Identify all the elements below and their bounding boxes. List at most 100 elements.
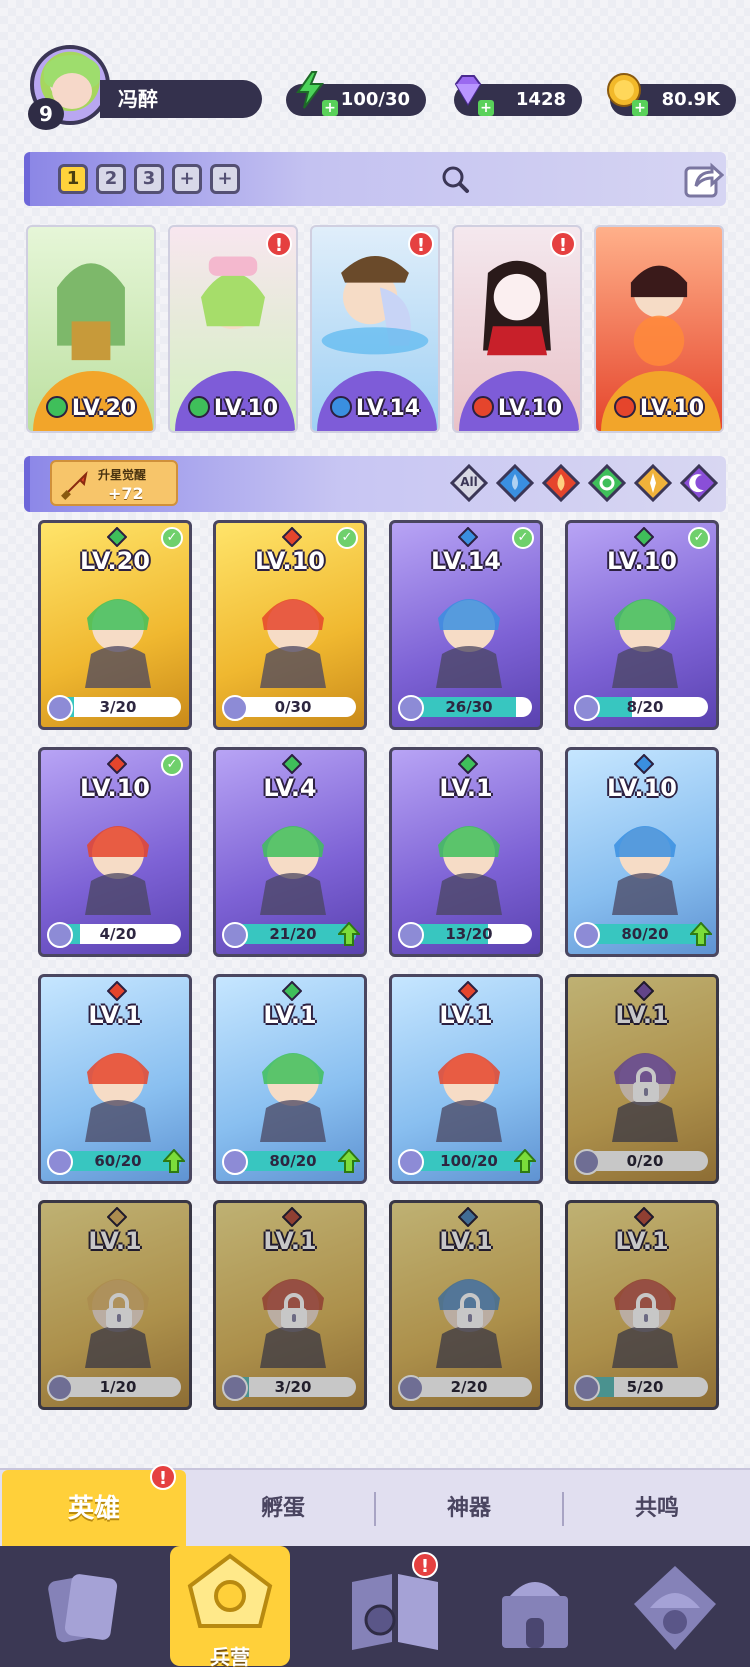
light-filter-icon[interactable] (634, 464, 672, 502)
team-tab-add-1[interactable]: + (172, 164, 202, 194)
hero-portrait (260, 826, 326, 915)
hero-card[interactable]: LV.1 1/20 (38, 1200, 192, 1410)
hero-card[interactable]: LV.1 5/20 (565, 1200, 719, 1410)
level-text: LV.10 (497, 396, 563, 421)
hero-card[interactable]: LV.1 100/20 (389, 974, 543, 1184)
shard-progress-bar: 4/20 (55, 924, 181, 944)
wind-element-icon (45, 396, 68, 418)
search-icon[interactable] (440, 164, 470, 194)
energy-add-button[interactable]: + (322, 100, 338, 116)
hero-card[interactable]: ✓ LV.14 26/30 (389, 520, 543, 730)
team-tab-add-2[interactable]: + (210, 164, 240, 194)
gem-add-button[interactable]: + (478, 100, 494, 116)
team-tab-1[interactable]: 1 (58, 164, 88, 194)
dark-filter-icon[interactable] (680, 464, 718, 502)
coin-add-button[interactable]: + (632, 100, 648, 116)
filter-bar: 升星觉醒 +72 All (24, 456, 726, 512)
lock-icon (633, 1067, 659, 1102)
tab-resonance[interactable]: 共鸣 (564, 1470, 750, 1548)
level-text: LV.14 (355, 396, 421, 421)
wind-element-icon (282, 754, 302, 774)
hero-card[interactable]: LV.4 21/20 (213, 747, 367, 957)
fire-element-icon (458, 981, 478, 1001)
share-icon[interactable] (682, 158, 724, 200)
shard-progress-bar: 1/20 (55, 1377, 181, 1397)
fire-element-icon (634, 1207, 654, 1227)
team-tab-3[interactable]: 3 (134, 164, 164, 194)
shard-icon (47, 1149, 73, 1175)
shard-progress-text: 3/20 (274, 1378, 312, 1396)
top-bar: 9 冯醉 100/30 + 1428 + 80.9K + (0, 40, 750, 130)
cards-icon[interactable] (28, 1560, 138, 1656)
hero-level: LV.10 (80, 774, 150, 802)
equipped-check-icon: ✓ (161, 527, 183, 549)
alert-badge: ! (408, 231, 434, 257)
filter-all-label: All (460, 475, 478, 489)
hero-card[interactable]: LV.1 13/20 (389, 747, 543, 957)
upgrade-arrow-icon (338, 1149, 360, 1173)
shard-icon (47, 1375, 73, 1401)
hero-level: LV.4 (263, 774, 317, 802)
equipped-check-icon: ✓ (688, 527, 710, 549)
wind-element-icon (282, 981, 302, 1001)
shard-progress-bar: 13/20 (406, 924, 532, 944)
team-tab-2[interactable]: 2 (96, 164, 126, 194)
castle-icon[interactable] (480, 1560, 590, 1656)
hero-level: LV.20 (80, 547, 150, 575)
hero-card[interactable]: LV.1 80/20 (213, 974, 367, 1184)
shard-progress-bar: 2/20 (406, 1377, 532, 1397)
team-slot-level: LV.10 (596, 396, 722, 421)
hero-card[interactable]: LV.1 0/20 (565, 974, 719, 1184)
upgrade-arrow-icon (338, 922, 360, 946)
hero-card[interactable]: LV.1 3/20 (213, 1200, 367, 1410)
wind-element-icon (107, 527, 127, 547)
alert-badge: ! (550, 231, 576, 257)
nav-barracks[interactable]: 兵营 (170, 1526, 290, 1667)
player-level-badge: 9 (28, 98, 64, 130)
wind-filter-icon[interactable] (588, 464, 626, 502)
hero-portrait (57, 263, 125, 361)
hero-card[interactable]: LV.1 2/20 (389, 1200, 543, 1410)
hero-level: LV.10 (607, 774, 677, 802)
shard-icon (574, 1149, 600, 1175)
team-selector-bar: 1 2 3 + + (24, 152, 726, 206)
team-slot-3[interactable]: LV.14 ! (310, 225, 440, 433)
fire-element-icon (107, 981, 127, 1001)
hero-level: LV.1 (88, 1001, 142, 1029)
hero-card[interactable]: ✓ LV.20 3/20 (38, 520, 192, 730)
hero-portrait (260, 1053, 326, 1142)
hero-card[interactable]: ✓ LV.10 4/20 (38, 747, 192, 957)
hero-level: LV.1 (263, 1001, 317, 1029)
shard-icon (574, 1375, 600, 1401)
lock-icon (633, 1293, 659, 1328)
hero-card[interactable]: LV.1 60/20 (38, 974, 192, 1184)
shard-progress-text: 8/20 (626, 698, 664, 716)
shard-progress-text: 3/20 (99, 698, 137, 716)
wind-element-icon (634, 527, 654, 547)
water-filter-icon[interactable] (496, 464, 534, 502)
team-slot-1[interactable]: LV.20 (26, 225, 156, 433)
water-element-icon (458, 1207, 478, 1227)
shard-icon (222, 695, 248, 721)
fire-element-icon (282, 527, 302, 547)
mushroom-guild-icon[interactable] (620, 1560, 730, 1656)
level-text: LV.10 (213, 396, 279, 421)
shard-progress-bar: 3/20 (55, 697, 181, 717)
hero-card[interactable]: ✓ LV.10 8/20 (565, 520, 719, 730)
filter-all-button[interactable]: All (449, 463, 489, 503)
tab-artifacts[interactable]: 神器 (376, 1470, 562, 1548)
star-awaken-button[interactable]: 升星觉醒 +72 (50, 460, 178, 506)
fire-filter-icon[interactable] (542, 464, 580, 502)
shard-icon (222, 1149, 248, 1175)
team-slot-5[interactable]: LV.10 (594, 225, 724, 433)
hero-level: LV.1 (263, 1227, 317, 1255)
team-slot-2[interactable]: LV.10 ! (168, 225, 298, 433)
hero-card[interactable]: LV.10 80/20 (565, 747, 719, 957)
tab-heroes-alert: ! (150, 1464, 176, 1490)
team-slot-4[interactable]: LV.10 ! (452, 225, 582, 433)
dark-element-icon (634, 981, 654, 1001)
bottom-nav: 兵营 ! (0, 1546, 750, 1667)
player-name: 冯醉 (100, 80, 262, 118)
hero-card[interactable]: ✓ LV.10 0/30 (213, 520, 367, 730)
category-tabs: 英雄 ! 孵蛋 神器 共鸣 (0, 1464, 750, 1548)
